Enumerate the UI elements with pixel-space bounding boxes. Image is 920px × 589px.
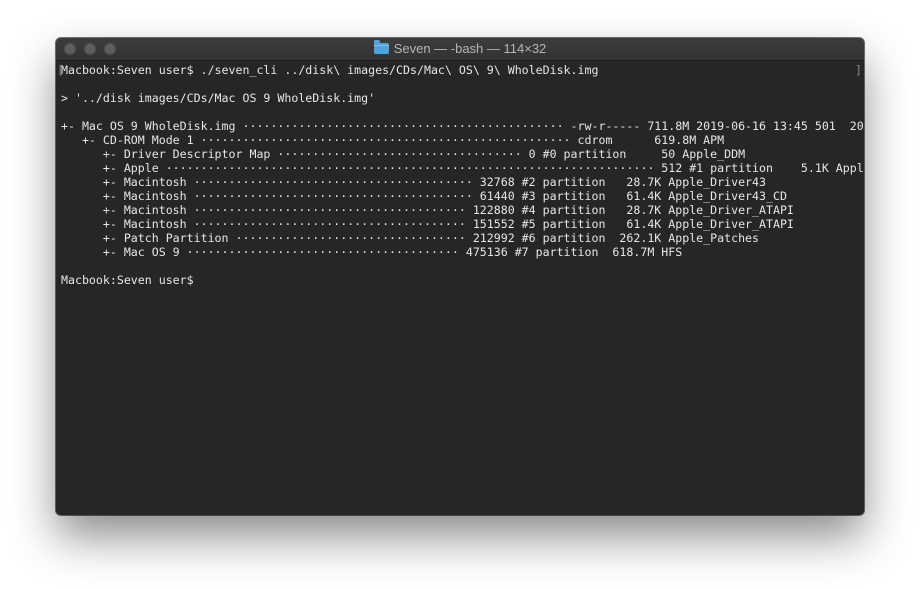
- window-title-text: Seven — -bash — 114×32: [393, 41, 547, 56]
- command-line: Macbook:Seven user$ ./seven_cli ../disk\…: [61, 63, 599, 77]
- tree-row-partition: +- Patch Partition ·····················…: [61, 231, 760, 245]
- terminal-output[interactable]: [ ] Macbook:Seven user$ ./seven_cli ../d…: [56, 61, 864, 515]
- tree-row-partition: +- Driver Descriptor Map ···············…: [61, 147, 746, 161]
- tree-row-partition: +- Macintosh ···························…: [61, 203, 794, 217]
- terminal-window[interactable]: Seven — -bash — 114×32 [ ] Macbook:Seven…: [56, 38, 864, 515]
- tree-row-image: +- Mac OS 9 WholeDisk.img ··············…: [61, 119, 864, 133]
- title-bar[interactable]: Seven — -bash — 114×32: [56, 38, 864, 61]
- tree-row-partition: +- Apple ·······························…: [102, 161, 864, 175]
- tree-row-partition: +- Macintosh ···························…: [61, 217, 794, 231]
- folder-icon: [373, 40, 389, 54]
- window-title: Seven — -bash — 114×32: [56, 40, 864, 57]
- shell-prompt: Macbook:Seven user$: [61, 273, 194, 287]
- tree-row-partition: +- Macintosh ···························…: [61, 189, 787, 203]
- tree-row-partition: +- Mac OS 9 ····························…: [61, 245, 683, 259]
- tree-row-partition: +- Macintosh ···························…: [61, 175, 766, 189]
- tree-row-cdrom: +- CD-ROM Mode 1 ·······················…: [61, 133, 725, 147]
- output-line-path: > '../disk images/CDs/Mac OS 9 WholeDisk…: [61, 91, 376, 105]
- terminal-lines: Macbook:Seven user$ ./seven_cli ../disk\…: [61, 63, 864, 287]
